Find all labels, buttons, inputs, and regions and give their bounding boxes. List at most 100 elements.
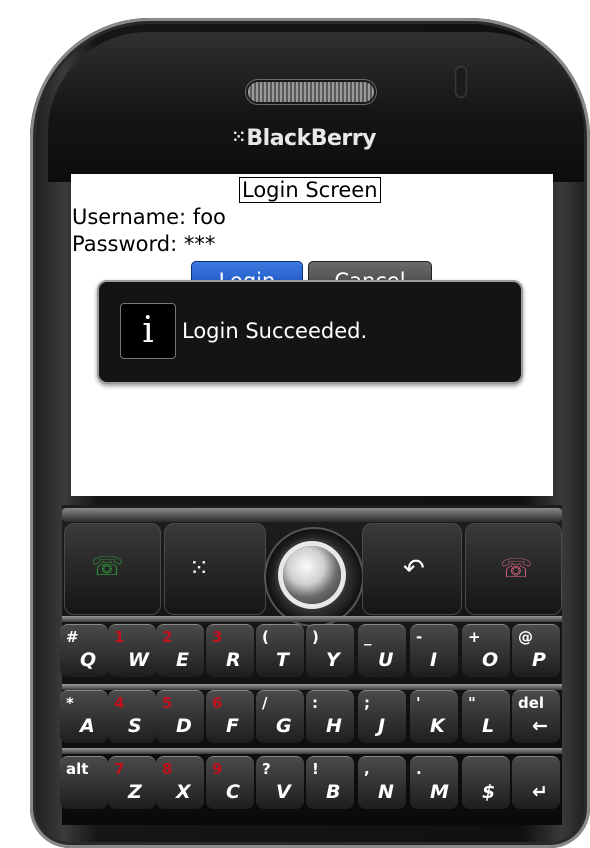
chrome-trim: [62, 508, 562, 522]
key-alt-label: ?: [262, 760, 271, 778]
trackball[interactable]: [283, 546, 341, 604]
key-alt-label: /: [262, 694, 268, 712]
menu-key[interactable]: ⁙: [164, 523, 266, 615]
keyboard-key[interactable]: 1W: [108, 624, 156, 677]
key-row-divider: [62, 748, 562, 754]
device-screen: Login Screen Username: foo Password: ***…: [71, 174, 553, 496]
key-main-label: P: [532, 649, 546, 671]
password-label: Password: ***: [72, 232, 216, 256]
keyboard-key[interactable]: (T: [256, 624, 304, 677]
key-alt-label: -: [416, 628, 423, 646]
key-main-label: Y: [326, 649, 340, 671]
keyboard-key[interactable]: ↵: [512, 756, 560, 809]
keyboard-key[interactable]: ? V: [256, 756, 304, 809]
key-main-label: L: [482, 715, 495, 737]
key-alt-label: 7: [114, 760, 125, 778]
keyboard-key[interactable]: ; J: [358, 690, 406, 743]
keyboard-key[interactable]: 7Z: [108, 756, 156, 809]
key-main-label: W: [128, 649, 149, 671]
key-main-label: B: [326, 781, 341, 803]
keyboard-key[interactable]: * A: [60, 690, 108, 743]
key-alt-label: 1: [114, 628, 125, 646]
screen-title: Login Screen: [239, 177, 381, 203]
end-call-icon: ☏: [500, 554, 533, 584]
keyboard-key[interactable]: $: [462, 756, 510, 809]
key-alt-label: 2: [162, 628, 173, 646]
key-alt-label: +: [468, 628, 481, 646]
key-main-label: K: [430, 715, 445, 737]
key-main-label: ←: [532, 715, 548, 737]
key-alt-label: 9: [212, 760, 223, 778]
key-main-label: R: [226, 649, 241, 671]
keyboard-key[interactable]: ! B: [306, 756, 354, 809]
key-main-label: U: [378, 649, 394, 671]
key-main-label: J: [378, 715, 386, 737]
blackberry-device: ⁙ BlackBerry Login Screen Username: foo P…: [0, 0, 590, 848]
keyboard-key[interactable]: 9C: [206, 756, 254, 809]
key-alt-label: :: [312, 694, 318, 712]
key-main-label: Q: [80, 649, 97, 671]
keyboard-key[interactable]: -I: [410, 624, 458, 677]
keyboard-key[interactable]: 8X: [156, 756, 204, 809]
key-main-label: X: [176, 781, 191, 803]
key-alt-label: _: [364, 628, 372, 646]
keyboard-key[interactable]: @ P: [512, 624, 560, 677]
keyboard-key[interactable]: 6F: [206, 690, 254, 743]
key-alt-label: ,: [364, 760, 370, 778]
keyboard-key[interactable]: # Q: [60, 624, 108, 677]
call-key[interactable]: ☏: [64, 523, 161, 615]
key-alt-label: ;: [364, 694, 370, 712]
earpiece-speaker: [248, 82, 374, 102]
keyboard-key[interactable]: 5D: [156, 690, 204, 743]
key-main-label: V: [276, 781, 291, 803]
key-alt-label: 5: [162, 694, 173, 712]
key-main-label: G: [276, 715, 292, 737]
key-main-label: Z: [128, 781, 142, 803]
brand-name: BlackBerry: [246, 126, 376, 151]
key-main-label: $: [482, 781, 496, 803]
keyboard-key[interactable]: + O: [462, 624, 510, 677]
key-alt-label: .: [416, 760, 422, 778]
key-main-label: O: [482, 649, 499, 671]
key-alt-label: (: [262, 628, 269, 646]
key-main-label: N: [378, 781, 394, 803]
phone-call-icon: ☏: [91, 552, 124, 582]
keyboard-key[interactable]: ,N: [358, 756, 406, 809]
key-alt-label: #: [66, 628, 79, 646]
key-alt-label: 4: [114, 694, 125, 712]
key-alt-label: 6: [212, 694, 223, 712]
keyboard-key[interactable]: 3R: [206, 624, 254, 677]
keyboard-key[interactable]: 4S: [108, 690, 156, 743]
phone-top-bezel: [48, 32, 584, 182]
key-main-label: A: [80, 715, 95, 737]
key-main-label: F: [226, 715, 239, 737]
keyboard-key[interactable]: :H: [306, 690, 354, 743]
keyboard-key[interactable]: _ U: [358, 624, 406, 677]
keyboard-key[interactable]: del ←: [512, 690, 560, 743]
light-sensor: [455, 66, 467, 98]
key-row-divider: [62, 616, 562, 622]
key-main-label: S: [128, 715, 142, 737]
keyboard-key[interactable]: 2E: [156, 624, 204, 677]
keyboard-key[interactable]: ' K: [410, 690, 458, 743]
key-alt-label: ": [468, 694, 476, 712]
key-main-label: I: [430, 649, 438, 671]
keyboard-key[interactable]: " L: [462, 690, 510, 743]
key-alt-label: 8: [162, 760, 173, 778]
key-main-label: D: [176, 715, 192, 737]
keyboard-key[interactable]: ) Y: [306, 624, 354, 677]
status-dialog: i Login Succeeded.: [97, 280, 523, 384]
brand-logo: ⁙ BlackBerry: [232, 126, 376, 151]
key-alt-label: ): [312, 628, 319, 646]
back-key[interactable]: ↶: [362, 523, 462, 615]
end-call-key[interactable]: ☏: [465, 523, 562, 615]
blackberry-menu-icon: ⁙: [189, 554, 210, 582]
key-main-label: T: [276, 649, 289, 671]
key-alt-label: ': [416, 694, 421, 712]
keyboard-key[interactable]: / G: [256, 690, 304, 743]
key-alt-label: 3: [212, 628, 223, 646]
keyboard-key[interactable]: .M: [410, 756, 458, 809]
keyboard-key[interactable]: alt: [60, 756, 108, 809]
key-main-label: ↵: [532, 781, 548, 803]
blackberry-logo-icon: ⁙: [232, 127, 246, 146]
